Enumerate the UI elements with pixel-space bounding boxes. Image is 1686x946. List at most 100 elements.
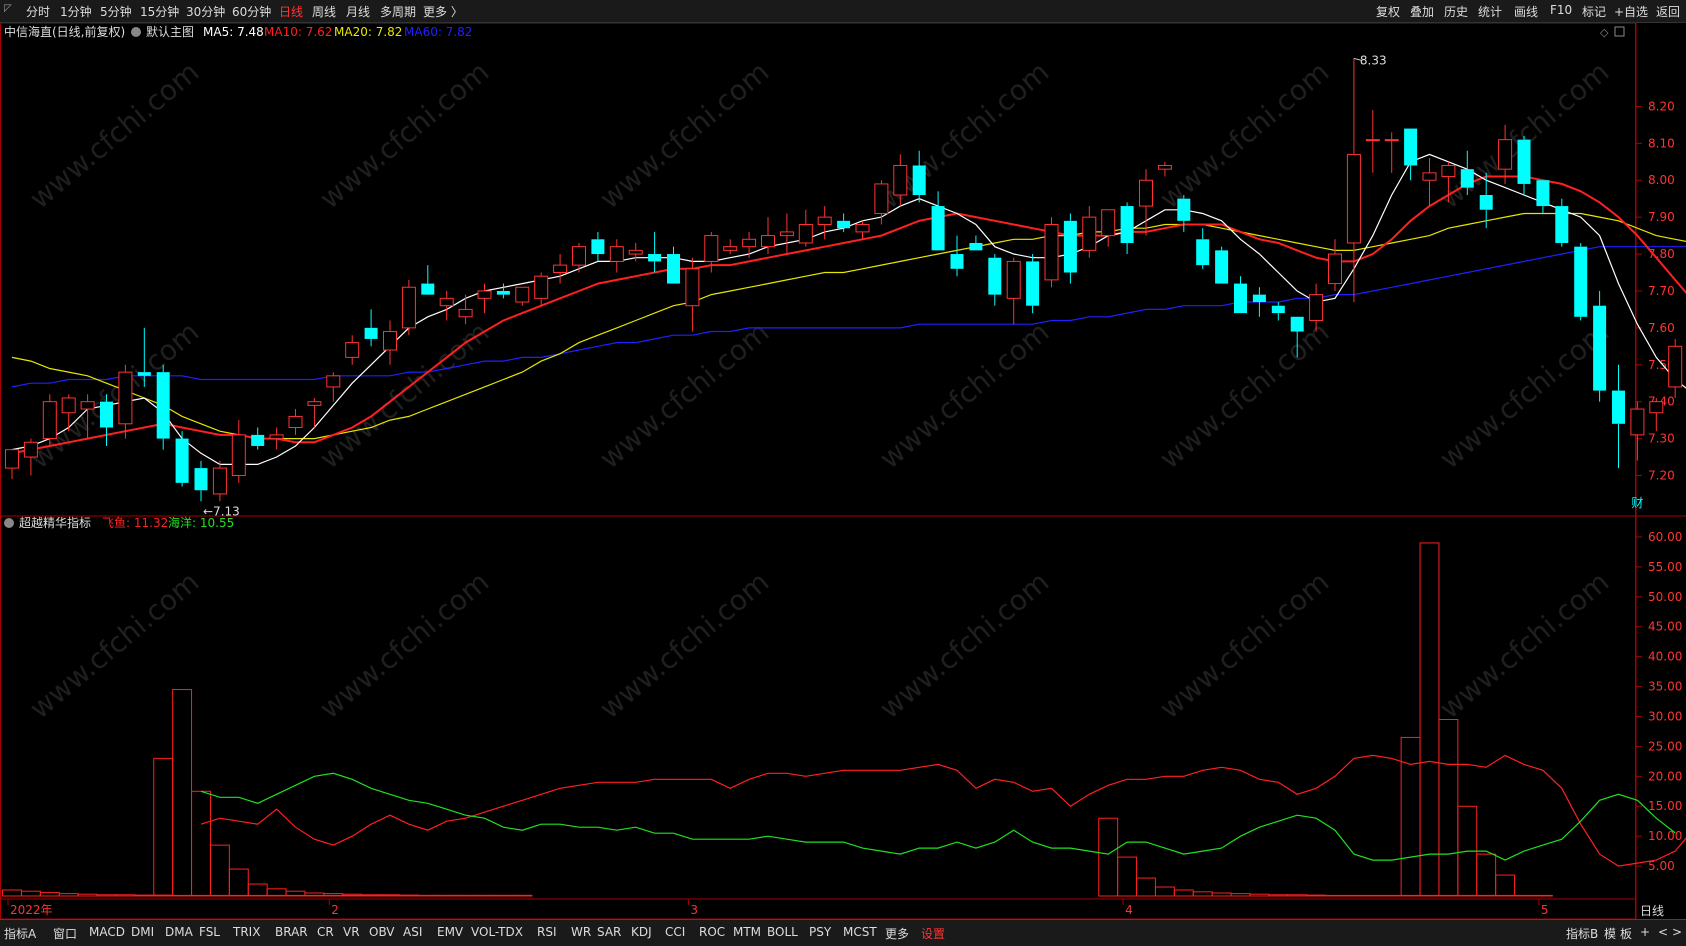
candle <box>1518 136 1531 195</box>
candle <box>573 243 586 273</box>
indicator-tab-obv[interactable]: OBV <box>369 925 395 939</box>
candle <box>1385 132 1398 173</box>
period-tab-weekly[interactable]: 周线 <box>312 3 336 20</box>
indicator-tab-指标a[interactable]: 指标A <box>4 925 36 942</box>
indicator-tab-fsl[interactable]: FSL <box>199 925 220 939</box>
tool-history[interactable]: 历史 <box>1444 3 1468 20</box>
indicator-tab-dmi[interactable]: DMI <box>131 925 154 939</box>
candle-body-down <box>1461 169 1474 187</box>
indicator-tab-macd[interactable]: MACD <box>89 925 125 939</box>
sub-ytick-label: 40.00 <box>1648 650 1682 664</box>
candle <box>176 431 189 486</box>
candle-body-down <box>1196 239 1209 265</box>
indicator-tab-cci[interactable]: CCI <box>665 925 685 939</box>
period-tab-more[interactable]: 更多 〉 <box>423 3 463 20</box>
sub-bar <box>1212 893 1231 896</box>
indicator-tab-cr[interactable]: CR <box>317 925 334 939</box>
sub-bar <box>456 895 475 896</box>
period-indicator-button[interactable]: 日线 <box>1640 902 1664 919</box>
indicator-tab-更多[interactable]: 更多 <box>885 925 909 942</box>
menu-caret-icon[interactable]: ◸ <box>4 3 12 14</box>
candle-body-up <box>478 291 491 298</box>
candle-body-up <box>1158 165 1171 169</box>
candle <box>1631 402 1644 461</box>
ma5-label: MA5: 7.48 <box>203 25 264 39</box>
period-tab-fenshi[interactable]: 分时 <box>26 3 50 20</box>
candle-body-up <box>6 450 19 468</box>
tool-overlay[interactable]: 叠加 <box>1410 3 1434 20</box>
indicator-tab-roc[interactable]: ROC <box>699 925 725 939</box>
tool-restore-rights[interactable]: 复权 <box>1376 3 1400 20</box>
indicator-tab-dma[interactable]: DMA <box>165 925 193 939</box>
tool-draw[interactable]: 画线 <box>1514 3 1538 20</box>
indicator-tab-kdj[interactable]: KDJ <box>631 925 652 939</box>
tool-mark[interactable]: 标记 <box>1582 3 1606 20</box>
template-tab-ban[interactable]: 板 <box>1620 925 1632 942</box>
indicator-tab-sar[interactable]: SAR <box>597 925 621 939</box>
period-tab-15min[interactable]: 15分钟 <box>140 3 179 20</box>
indicator-tab-boll[interactable]: BOLL <box>767 925 798 939</box>
candle-body-up <box>856 225 869 232</box>
indicator-tab-rsi[interactable]: RSI <box>537 925 557 939</box>
candle <box>1045 217 1058 287</box>
ma10-label: MA10: 7.62 <box>264 25 332 39</box>
scroll-right-button[interactable]: > <box>1672 925 1682 939</box>
candle-body-down <box>1064 221 1077 273</box>
indicator-tab-vr[interactable]: VR <box>343 925 360 939</box>
sub-indicator-toggle-icon[interactable] <box>4 518 14 528</box>
finance-marker[interactable]: 财 <box>1631 496 1643 510</box>
tool-add-watchlist[interactable]: +自选 <box>1614 3 1648 20</box>
indicator-tab-asi[interactable]: ASI <box>403 925 422 939</box>
candle-body-down <box>1593 306 1606 391</box>
indicator-tab-设置[interactable]: 设置 <box>921 925 945 942</box>
candle-body-down <box>1121 206 1134 243</box>
sub-bar <box>1307 895 1326 896</box>
window-toggle-icon[interactable] <box>1615 27 1624 36</box>
template-tab-mo[interactable]: 模 <box>1604 925 1616 942</box>
candle <box>24 439 37 476</box>
period-tab-daily[interactable]: 日线 <box>279 3 303 20</box>
candle-body-up <box>780 232 793 236</box>
period-tab-1min[interactable]: 1分钟 <box>60 3 92 20</box>
scroll-left-button[interactable]: < <box>1658 925 1668 939</box>
sub-bar <box>1533 895 1552 896</box>
indicator-tab-psy[interactable]: PSY <box>809 925 831 939</box>
candle-body-up <box>535 276 548 298</box>
candle <box>799 210 812 247</box>
candle-body-down <box>195 468 208 490</box>
candle <box>724 239 737 254</box>
ytick-label: 7.30 <box>1648 432 1675 446</box>
period-tab-30min[interactable]: 30分钟 <box>186 3 225 20</box>
indicator-tab-wr[interactable]: WR <box>571 925 591 939</box>
indicator-tab-mcst[interactable]: MCST <box>843 925 877 939</box>
period-tab-monthly[interactable]: 月线 <box>346 3 370 20</box>
indicator-tab-mtm[interactable]: MTM <box>733 925 761 939</box>
ma5-line <box>12 154 1686 464</box>
tool-back[interactable]: 返回 <box>1656 3 1680 20</box>
indicator-tab-brar[interactable]: BRAR <box>275 925 308 939</box>
indicator-tab-vol-tdx[interactable]: VOL-TDX <box>471 925 523 939</box>
diamond-icon[interactable]: ◇ <box>1600 26 1609 39</box>
period-tab-multi[interactable]: 多周期 <box>380 3 416 20</box>
candle-body-down <box>1612 391 1625 424</box>
indicator-tab-窗口[interactable]: 窗口 <box>53 925 77 942</box>
indicator-tab-trix[interactable]: TRIX <box>233 925 260 939</box>
candle-body-up <box>762 236 775 247</box>
candle <box>648 232 661 273</box>
period-tab-5min[interactable]: 5分钟 <box>100 3 132 20</box>
sub-bar <box>1174 890 1193 896</box>
indicator-toggle-icon[interactable] <box>131 27 141 37</box>
period-toolbar: ◸ 分时 1分钟 5分钟 15分钟 30分钟 60分钟 日线 周线 月线 多周期… <box>0 0 1686 23</box>
indicator-b-tab[interactable]: 指标B <box>1566 925 1598 942</box>
candle-body-up <box>270 435 283 439</box>
sub-ytick-label: 60.00 <box>1648 530 1682 544</box>
tool-f10[interactable]: F10 <box>1550 3 1572 17</box>
tool-stats[interactable]: 统计 <box>1478 3 1502 20</box>
add-window-button[interactable]: + <box>1640 925 1650 939</box>
candle <box>157 365 170 450</box>
sub-bar <box>21 891 40 896</box>
candle-body-down <box>1555 206 1568 243</box>
stock-chart[interactable]: www.cfchi.comwww.cfchi.comwww.cfchi.comw… <box>0 23 1686 919</box>
indicator-tab-emv[interactable]: EMV <box>437 925 463 939</box>
period-tab-60min[interactable]: 60分钟 <box>232 3 271 20</box>
